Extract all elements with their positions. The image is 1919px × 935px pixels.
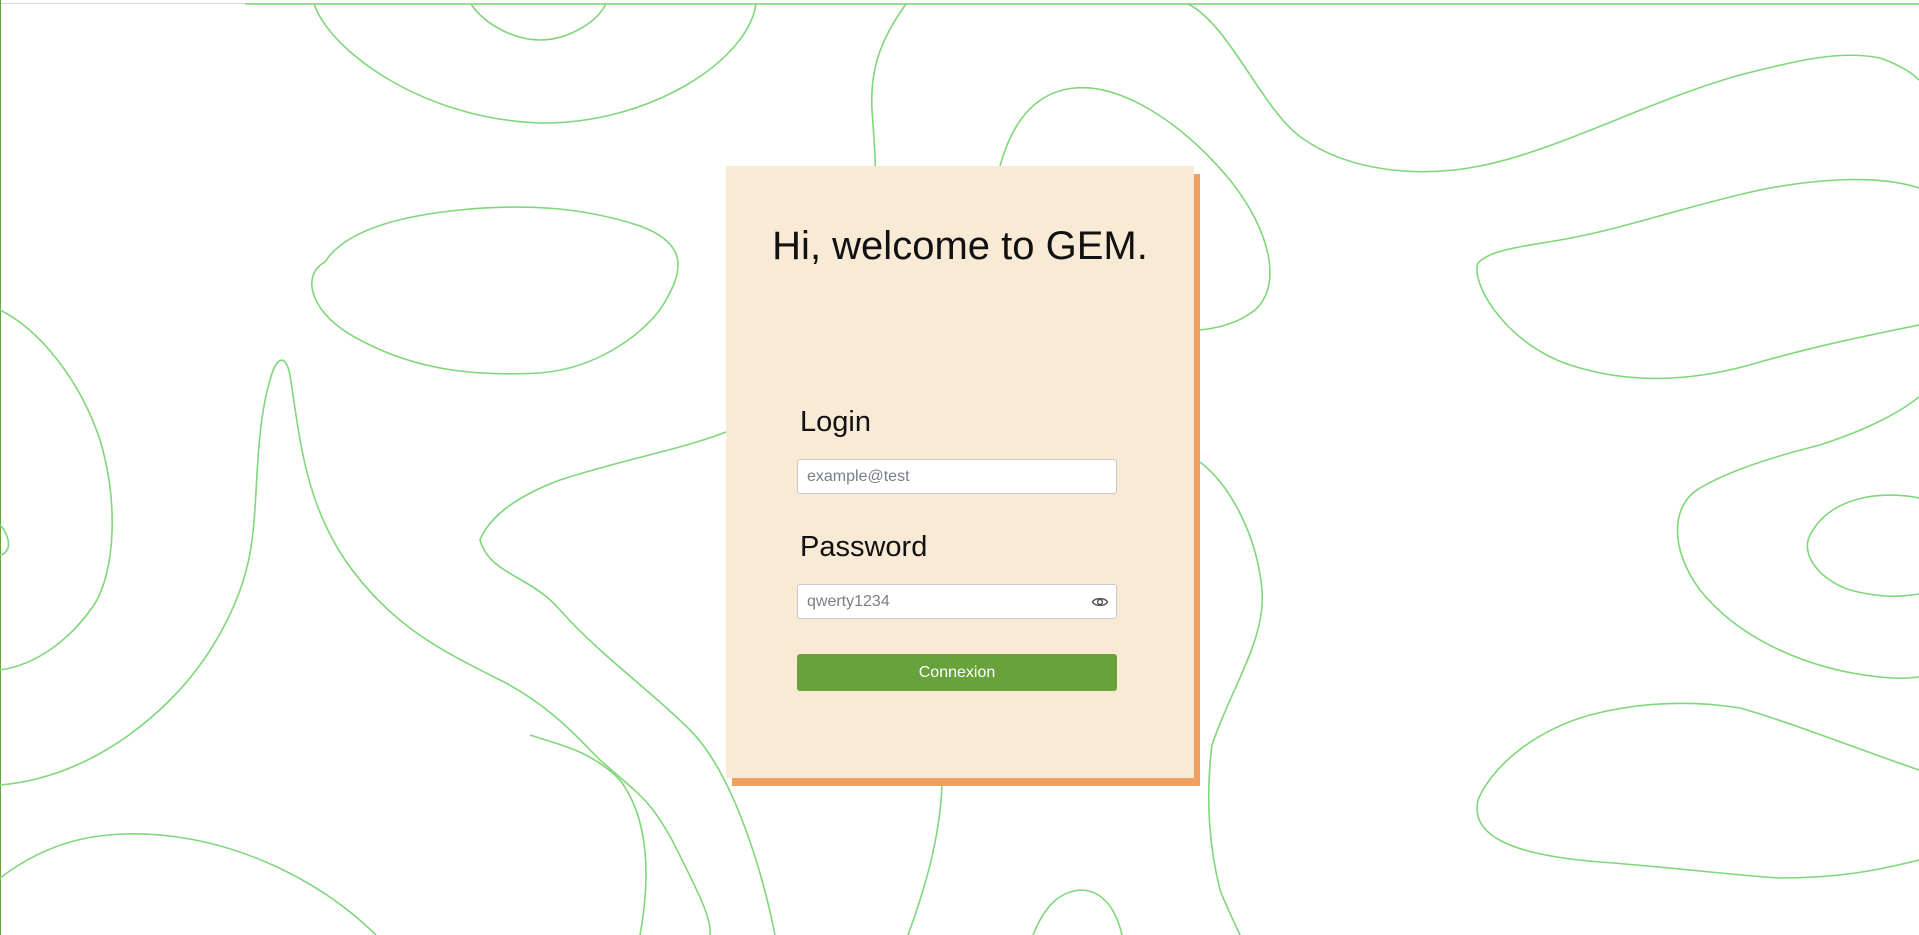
password-input[interactable] [798, 585, 1116, 618]
login-card: Hi, welcome to GEM. Login Password Conne… [726, 166, 1194, 778]
login-input[interactable] [798, 460, 1116, 493]
eye-icon[interactable] [1091, 594, 1109, 610]
login-label: Login [800, 406, 871, 438]
password-label: Password [800, 531, 928, 563]
password-field[interactable] [797, 584, 1117, 619]
login-field[interactable] [797, 459, 1117, 494]
welcome-title: Hi, welcome to GEM. [772, 224, 1148, 268]
connexion-button[interactable]: Connexion [797, 654, 1117, 691]
login-page: Hi, welcome to GEM. Login Password Conne… [0, 0, 1919, 935]
